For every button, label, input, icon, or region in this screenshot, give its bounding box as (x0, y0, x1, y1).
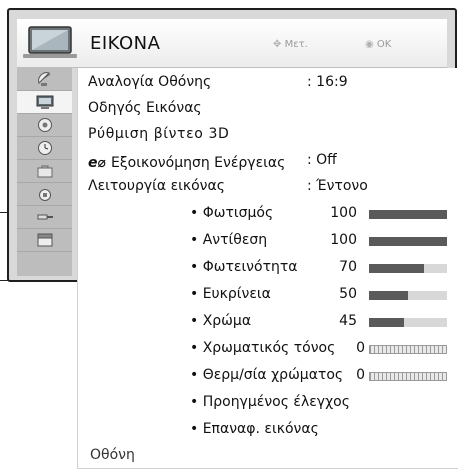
contrast-slider-fill (369, 237, 447, 246)
menu-item-aspect-ratio[interactable]: Αναλογία Οθόνης (88, 74, 211, 90)
tv-picture-icon (36, 95, 54, 109)
color-slider[interactable] (369, 318, 447, 327)
contrast-value: 100 (330, 232, 357, 248)
brightness-slider-fill (369, 264, 424, 273)
sidebar-item-channels[interactable] (17, 68, 72, 91)
contrast-slider[interactable] (369, 237, 447, 246)
satellite-dish-icon (38, 72, 51, 86)
color-temperature-label: • Θερμ/σία χρώματος (190, 367, 344, 383)
energy-saving-value: : Off (307, 152, 337, 168)
speaker-audio-icon (38, 118, 52, 132)
lock-icon (39, 189, 51, 201)
eco-energy-icon: e⌀ (88, 155, 106, 171)
energy-saving-label: Εξοικονόμηση Ενέργειας (111, 155, 286, 171)
color-temperature-slider[interactable] (369, 372, 447, 381)
footer-screen-label: Οθόνη (90, 447, 135, 463)
sidebar-item-picture[interactable] (17, 91, 72, 114)
tint-label: • Χρωματικός τόνος (190, 340, 336, 356)
sidebar-item-input[interactable] (17, 206, 72, 229)
menu-item-advanced-control[interactable]: • Προηγμένος έλεγχος (190, 394, 350, 410)
clapper-media-icon (37, 233, 53, 247)
aspect-ratio-value: : 16:9 (307, 74, 348, 90)
ok-hint: ◉ OK (365, 39, 391, 50)
menu-item-picture-wizard[interactable]: Οδηγός Εικόνας (88, 100, 202, 116)
sidebar-item-audio[interactable] (17, 114, 72, 137)
tv-menu-screen: EIKONA ✥ Μετ. ◉ OK Αναλογία Οθόνης: 16:… (0, 0, 465, 476)
brightness-slider[interactable] (369, 264, 447, 273)
sharpness-label: • Ευκρίνεια (190, 286, 271, 302)
color-slider-fill (369, 318, 405, 327)
color-label: • Χρώμα (190, 313, 252, 329)
ok-hint-label: OK (376, 39, 392, 50)
backlight-slider[interactable] (369, 210, 447, 219)
briefcase-options-icon (37, 165, 53, 178)
menu-item-picture-mode[interactable]: Λειτουργία εικόνας (88, 178, 225, 194)
picture-mode-value: : Έντονο (307, 178, 368, 194)
sidebar-item-media[interactable] (17, 229, 72, 252)
backlight-value: 100 (330, 205, 357, 221)
move-hint: ✥ Μετ. (273, 39, 308, 50)
sidebar-item-time[interactable] (17, 137, 72, 160)
menu-item-energy-saving[interactable]: e⌀ Εξοικονόμηση Ενέργειας (88, 152, 285, 171)
brightness-label: • Φωτεινότητα (190, 259, 298, 275)
menu-item-3d-video[interactable]: Ρύθμιση βίντεο 3D (88, 126, 229, 142)
clock-time-icon (38, 141, 52, 155)
menu-title: EIKONA (90, 33, 161, 54)
sharpness-slider-fill (369, 291, 408, 300)
brightness-value: 70 (339, 259, 357, 275)
color-value: 45 (339, 313, 357, 329)
sharpness-slider[interactable] (369, 291, 447, 300)
move-hint-label: Μετ. (284, 39, 308, 50)
tv-picture-icon (23, 26, 77, 58)
contrast-label: • Αντίθεση (190, 232, 268, 248)
backlight-slider-fill (369, 210, 447, 219)
color-temperature-value: 0 (356, 367, 365, 383)
tint-slider[interactable] (369, 345, 447, 354)
ok-button-icon: ◉ (365, 39, 374, 50)
dpad-icon: ✥ (273, 39, 282, 50)
backlight-label: • Φωτισμός (190, 205, 274, 221)
tint-value: 0 (356, 340, 365, 356)
input-plug-icon (37, 214, 53, 220)
category-sidebar (17, 68, 72, 276)
sidebar-item-options[interactable] (17, 160, 72, 183)
menu-item-picture-reset[interactable]: • Επαναφ. εικόνας (190, 421, 319, 437)
sharpness-value: 50 (339, 286, 357, 302)
menu-header: EIKONA ✥ Μετ. ◉ OK (17, 19, 447, 68)
sidebar-item-lock[interactable] (17, 183, 72, 206)
